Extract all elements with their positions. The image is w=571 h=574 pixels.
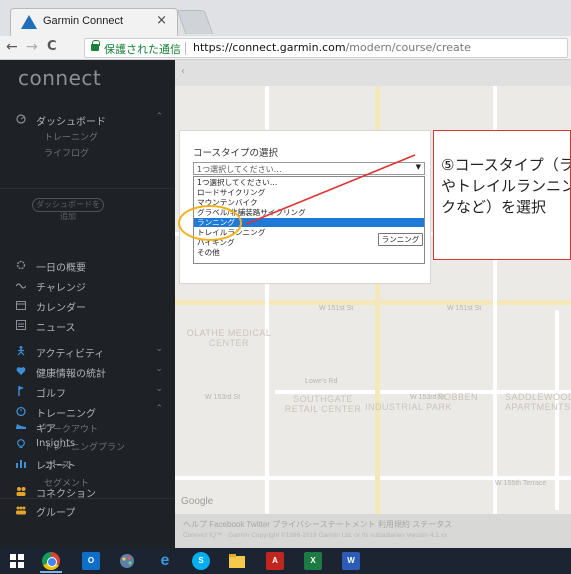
wave-icon <box>15 280 27 290</box>
url-text[interactable]: https://connect.garmin.com/modern/course… <box>193 41 471 54</box>
sidebar-subitem-lifelog[interactable]: ライフログ <box>44 146 89 159</box>
footer-copyright: Connect IQ™ · Garmin Copyright ©1996-201… <box>183 532 448 539</box>
chevron-up-icon: ⌃ <box>155 112 163 122</box>
windows-taskbar: O e S A X W <box>0 548 571 574</box>
highlight-ring <box>178 205 242 241</box>
chevron-down-icon: ⌄ <box>155 384 163 394</box>
news-icon <box>16 320 26 330</box>
dropdown-arrow-icon[interactable]: ▼ <box>416 163 421 171</box>
option-other[interactable]: その他 <box>194 248 424 257</box>
reload-icon[interactable]: C <box>47 39 57 54</box>
close-icon[interactable]: × <box>156 13 167 28</box>
map-area-label: SOUTHGATE RETAIL CENTER <box>284 394 362 414</box>
map-street-label: W 155th Terrace <box>495 480 547 487</box>
map-street-label: W 151st St <box>319 305 354 312</box>
secure-connection-label[interactable]: 保護された通信 <box>104 41 181 57</box>
map-footer: ヘルプ Facebook Twitter プライバシーステートメント 利用規約 … <box>175 514 571 548</box>
word-icon[interactable]: W <box>342 552 360 570</box>
file-explorer-icon[interactable] <box>228 552 246 570</box>
sidebar-item-challenges[interactable]: チャレンジ <box>0 276 175 296</box>
skype-icon[interactable]: S <box>192 552 210 570</box>
active-app-indicator <box>40 571 62 573</box>
map-highway <box>175 300 571 305</box>
excel-icon[interactable]: X <box>304 552 322 570</box>
sidebar-item-reports[interactable]: レポート <box>0 454 175 474</box>
address-divider <box>185 42 186 55</box>
annotation-callout: ⑤コースタイプ（ランニングやトレイルランニング、ハイクなど）を選択 <box>433 130 571 260</box>
sidebar-subitem-training[interactable]: トレーニング <box>44 130 98 143</box>
sidebar-item-health-stats[interactable]: 健康情報の統計 ⌄ <box>0 362 175 382</box>
sidebar-item-activities[interactable]: アクティビティ ⌄ <box>0 342 175 362</box>
lightbulb-icon <box>16 439 26 449</box>
tab-title: Garmin Connect <box>43 15 124 27</box>
course-type-select-value: 1つ選択してください… <box>197 165 282 174</box>
outlook-icon[interactable]: O <box>82 552 100 570</box>
footer-links[interactable]: ヘルプ Facebook Twitter プライバシーステートメント 利用規約 … <box>183 519 452 530</box>
browser-tab-bar: Garmin Connect × <box>0 0 571 36</box>
bar-chart-icon <box>16 458 26 468</box>
map-street-label: Lowe's Rd <box>305 378 338 385</box>
sidebar-item-insights[interactable]: Insights <box>0 435 175 455</box>
course-type-select[interactable]: 1つ選択してください… ▼ <box>193 162 425 175</box>
browser-toolbar: ← → C 保護された通信 https://connect.garmin.com… <box>0 36 571 60</box>
option-placeholder[interactable]: 1つ選択してください… <box>194 178 424 187</box>
map-area-label: SADDLEWOOD APARTMENTS <box>505 392 571 412</box>
chevron-up-icon: ⌃ <box>155 404 163 414</box>
calendar-icon <box>16 300 26 310</box>
map-street-label: W 151st St <box>447 305 482 312</box>
gear-icon <box>16 260 26 270</box>
dashboard-icon <box>16 114 26 124</box>
chevron-down-icon: ⌄ <box>155 344 163 354</box>
sidebar-item-calendar[interactable]: カレンダー <box>0 296 175 316</box>
course-type-title: コースタイプの選択 <box>193 148 279 159</box>
back-chevron-icon[interactable]: ‹ <box>181 66 197 80</box>
garmin-sidebar: connect ダッシュボード ⌃ トレーニング ライフログ ダッシュボードを追… <box>0 60 175 548</box>
sidebar-item-connections[interactable]: コネクション <box>0 482 175 502</box>
map-area-label: ROBBEN <box>437 392 479 402</box>
garmin-triangle-icon <box>21 15 37 29</box>
sidebar-item-dashboard[interactable]: ダッシュボード ⌃ <box>0 110 175 130</box>
chevron-down-icon: ⌄ <box>155 364 163 374</box>
map-area-label: OLATHE MEDICAL CENTER <box>186 328 272 348</box>
acrobat-icon[interactable]: A <box>266 552 284 570</box>
option-road-cycling[interactable]: ロードサイクリング <box>194 188 424 197</box>
group-icon <box>16 505 26 515</box>
annotation-text: ⑤コースタイプ（ランニングやトレイルランニング、ハイクなど）を選択 <box>441 156 570 216</box>
google-logo: Google <box>181 496 214 507</box>
map-header: ‹ <box>175 60 571 86</box>
option-mountain-bike[interactable]: マウンテンバイク <box>194 198 424 207</box>
browser-tab-garmin[interactable]: Garmin Connect × <box>10 8 178 36</box>
windows-start-icon[interactable] <box>8 552 26 570</box>
add-dashboard-button[interactable]: ダッシュボードを追加 <box>32 198 104 221</box>
golf-icon <box>16 386 26 396</box>
paint-icon[interactable] <box>118 552 136 570</box>
heart-icon <box>16 366 26 376</box>
connect-logo[interactable]: connect <box>18 66 101 90</box>
back-arrow-icon[interactable]: ← <box>6 39 18 55</box>
people-icon <box>16 486 26 496</box>
map-street-label: W 153rd St <box>205 394 241 401</box>
sidebar-divider <box>0 188 175 189</box>
sidebar-item-news[interactable]: ニュース <box>0 316 175 336</box>
shoe-icon <box>16 421 26 431</box>
chrome-icon[interactable] <box>42 552 60 570</box>
sidebar-item-daily-summary[interactable]: 一日の概要 <box>0 256 175 276</box>
option-tooltip: ランニング <box>378 233 423 246</box>
sidebar-item-gear[interactable]: ギア <box>0 417 175 437</box>
sidebar-item-groups[interactable]: グループ <box>0 501 175 521</box>
forward-arrow-icon[interactable]: → <box>26 39 38 55</box>
lock-icon <box>91 40 100 51</box>
map-area-label: INDUSTRIAL PARK <box>365 402 453 412</box>
address-bar[interactable]: 保護された通信 https://connect.garmin.com/moder… <box>84 38 568 58</box>
runner-icon <box>16 346 26 356</box>
stopwatch-icon <box>16 406 26 417</box>
sidebar-item-golf[interactable]: ゴルフ ⌄ <box>0 382 175 402</box>
edge-icon[interactable]: e <box>156 552 174 570</box>
new-tab-button[interactable] <box>176 10 214 34</box>
